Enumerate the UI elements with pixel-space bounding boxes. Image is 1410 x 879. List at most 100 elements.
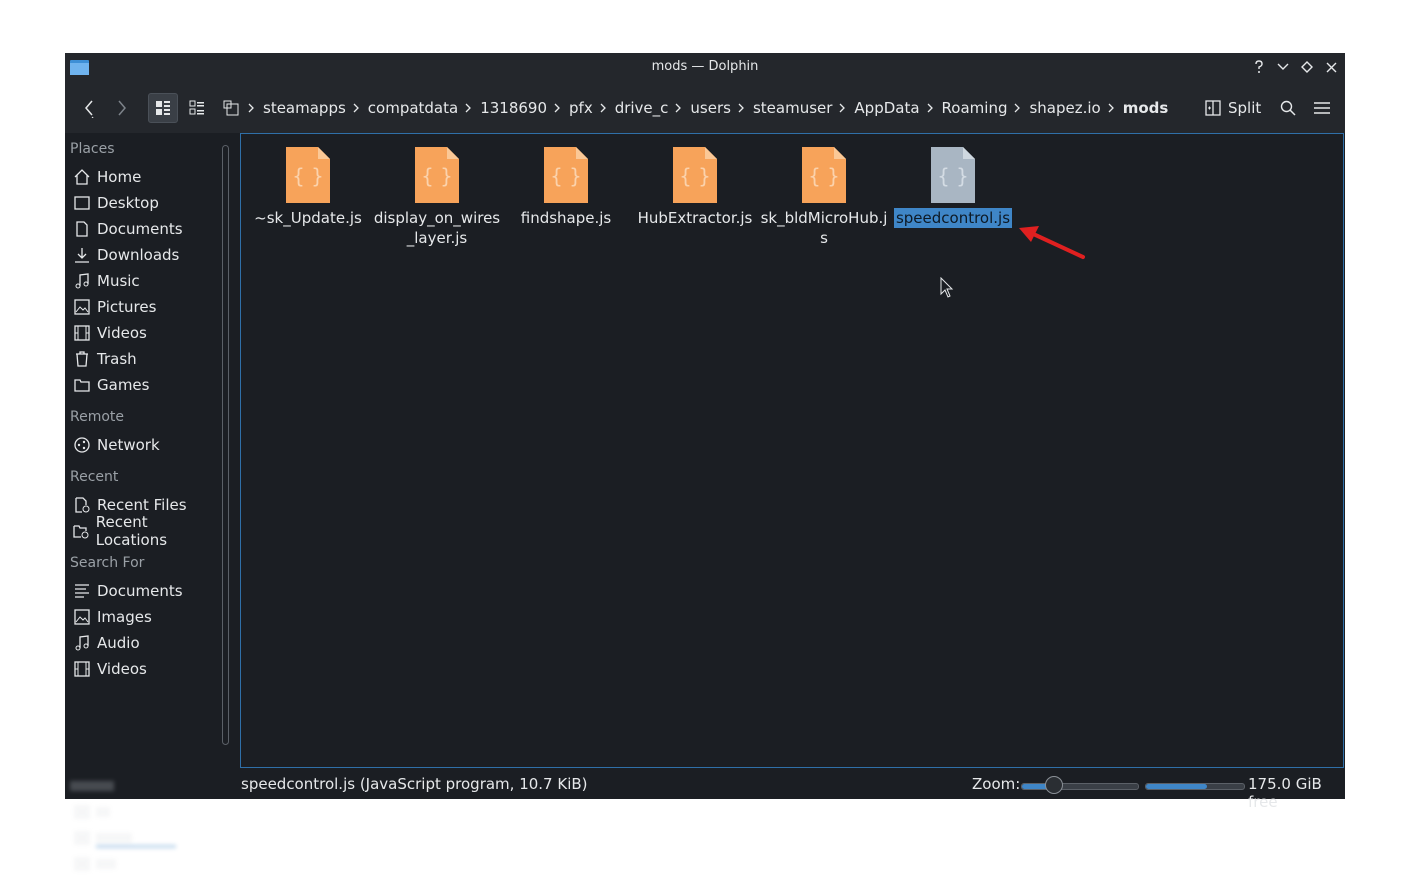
music-icon bbox=[73, 634, 91, 652]
sidebar-scrollbar[interactable] bbox=[222, 145, 229, 745]
file-item-selected[interactable]: { } speedcontrol.js bbox=[889, 146, 1017, 228]
title-bar: mods — Dolphin bbox=[65, 53, 1345, 81]
network-icon bbox=[73, 436, 91, 454]
svg-text:{ }: { } bbox=[937, 164, 969, 188]
sidebar-item-label: Home bbox=[97, 168, 142, 186]
close-icon[interactable] bbox=[1321, 57, 1341, 77]
compact-view-button[interactable] bbox=[182, 93, 212, 123]
maximize-icon[interactable] bbox=[1297, 57, 1317, 77]
free-space-fill bbox=[1146, 784, 1207, 789]
sidebar-item-label: Downloads bbox=[97, 246, 180, 264]
dolphin-window: mods — Dolphin steamapps compatdata 1318… bbox=[65, 53, 1345, 871]
sidebar-item-search-images[interactable]: Images bbox=[73, 605, 215, 629]
file-item[interactable]: { } sk_bldMicroHub.js bbox=[760, 146, 888, 248]
details-view-button[interactable] bbox=[216, 93, 246, 123]
breadcrumb-item[interactable]: steamapps bbox=[256, 99, 353, 117]
file-name-highlight: speedcontrol.js bbox=[893, 208, 1013, 228]
file-item[interactable]: { } display_on_wires_layer.js bbox=[373, 146, 501, 248]
file-item[interactable]: { } HubExtractor.js bbox=[631, 146, 759, 228]
text-lines-icon bbox=[73, 582, 91, 600]
free-space-bar bbox=[1145, 783, 1245, 790]
music-icon bbox=[73, 272, 91, 290]
sidebar-item-network[interactable]: Network bbox=[73, 433, 215, 457]
downloads-icon bbox=[73, 246, 91, 264]
sidebar-item-videos[interactable]: Videos bbox=[73, 321, 215, 345]
svg-text:{ }: { } bbox=[550, 164, 582, 188]
home-icon bbox=[73, 168, 91, 186]
minimize-icon[interactable] bbox=[1273, 57, 1293, 77]
sidebar-item-trash[interactable]: Trash bbox=[73, 347, 215, 371]
documents-icon bbox=[73, 220, 91, 238]
chevron-right-icon bbox=[554, 102, 562, 114]
status-text: speedcontrol.js (JavaScript program, 10.… bbox=[241, 775, 588, 793]
breadcrumb-current[interactable]: mods bbox=[1116, 99, 1176, 117]
chevron-right-icon bbox=[465, 102, 473, 114]
section-remote: Remote bbox=[70, 409, 125, 425]
videos-icon bbox=[73, 660, 91, 678]
sidebar-item-label: Images bbox=[97, 608, 152, 626]
toolbar: steamapps compatdata 1318690 pfx drive_c… bbox=[65, 81, 1345, 133]
breadcrumb-item[interactable]: shapez.io bbox=[1022, 99, 1107, 117]
sidebar-item-music[interactable]: Music bbox=[73, 269, 215, 293]
sidebar-item-search-documents[interactable]: Documents bbox=[73, 579, 215, 603]
search-icon bbox=[1280, 100, 1296, 116]
zoom-label: Zoom: bbox=[972, 775, 1021, 793]
javascript-file-icon: { } bbox=[673, 147, 717, 203]
sidebar-item-home[interactable]: Home bbox=[73, 165, 215, 189]
menu-button[interactable] bbox=[1307, 93, 1337, 123]
file-name: display_on_wires_layer.js bbox=[373, 209, 501, 247]
breadcrumb-item[interactable]: 1318690 bbox=[473, 99, 554, 117]
back-button[interactable] bbox=[75, 93, 105, 123]
file-name: ~sk_Update.js bbox=[254, 209, 362, 227]
free-space-label: 175.0 GiB free bbox=[1248, 775, 1322, 811]
sidebar-item-desktop[interactable]: Desktop bbox=[73, 191, 215, 215]
sidebar-item-label: Music bbox=[97, 272, 140, 290]
chevron-right-icon bbox=[1014, 102, 1022, 114]
javascript-file-icon: { } bbox=[544, 147, 588, 203]
sidebar-item-label: Recent Locations bbox=[95, 513, 168, 549]
file-view[interactable]: { } ~sk_Update.js { } display_on_wires_l… bbox=[240, 133, 1344, 768]
breadcrumb-item[interactable]: pfx bbox=[562, 99, 600, 117]
zoom-slider[interactable] bbox=[1021, 776, 1139, 794]
sidebar-item-label: Documents bbox=[97, 582, 183, 600]
svg-text:{ }: { } bbox=[808, 164, 840, 188]
help-icon[interactable] bbox=[1249, 57, 1269, 77]
breadcrumb-item[interactable]: Roaming bbox=[935, 99, 1015, 117]
breadcrumb-item[interactable]: drive_c bbox=[608, 99, 676, 117]
sidebar-item-label: Network bbox=[97, 436, 160, 454]
svg-text:{ }: { } bbox=[679, 164, 711, 188]
file-item[interactable]: { } ~sk_Update.js bbox=[244, 146, 372, 228]
sidebar-item-pictures[interactable]: Pictures bbox=[73, 295, 215, 319]
forward-button[interactable] bbox=[107, 93, 137, 123]
sidebar-item-search-videos[interactable]: Videos bbox=[73, 657, 215, 681]
breadcrumb-item[interactable]: steamuser bbox=[746, 99, 839, 117]
sidebar-item-search-audio[interactable]: Audio bbox=[73, 631, 215, 655]
recent-files-icon bbox=[73, 496, 91, 514]
hamburger-icon bbox=[1314, 102, 1330, 114]
sidebar-item-recent-locations[interactable]: Recent Locations bbox=[73, 513, 215, 549]
icons-view-button[interactable] bbox=[148, 93, 178, 123]
file-name: speedcontrol.js bbox=[889, 208, 1017, 228]
status-bar: speedcontrol.js (JavaScript program, 10.… bbox=[65, 771, 1345, 811]
file-name: findshape.js bbox=[520, 209, 612, 227]
sidebar-item-games[interactable]: Games bbox=[73, 373, 215, 397]
file-item[interactable]: { } findshape.js bbox=[502, 146, 630, 228]
sidebar-item-label: Audio bbox=[97, 634, 140, 652]
javascript-file-icon: { } bbox=[931, 147, 975, 203]
mouse-cursor-icon bbox=[940, 277, 954, 298]
breadcrumb-item[interactable]: users bbox=[683, 99, 738, 117]
search-button[interactable] bbox=[1273, 93, 1303, 123]
svg-text:{ }: { } bbox=[292, 164, 324, 188]
zoom-slider-handle[interactable] bbox=[1045, 776, 1064, 794]
sidebar-item-label: Desktop bbox=[97, 194, 159, 212]
split-button[interactable]: Split bbox=[1205, 93, 1261, 123]
sidebar-item-label: Recent Files bbox=[97, 496, 187, 514]
sidebar-item-documents[interactable]: Documents bbox=[73, 217, 215, 241]
file-name: sk_bldMicroHub.js bbox=[760, 209, 888, 247]
breadcrumb-item[interactable]: compatdata bbox=[361, 99, 465, 117]
split-icon bbox=[1205, 100, 1221, 116]
breadcrumb-item[interactable]: AppData bbox=[847, 99, 926, 117]
section-search-for: Search For bbox=[70, 555, 145, 571]
sidebar-item-downloads[interactable]: Downloads bbox=[73, 243, 215, 267]
details-view-icon bbox=[223, 100, 239, 116]
